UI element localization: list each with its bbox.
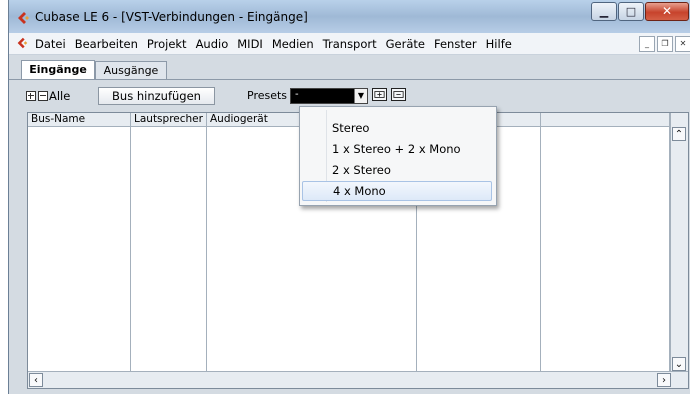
column-header-5[interactable] [541, 113, 669, 126]
mdi-minimize-button[interactable]: _ [639, 36, 655, 52]
menu-geraete[interactable]: Geräte [386, 37, 425, 51]
preset-option-4-mono[interactable]: 4 x Mono [302, 181, 492, 201]
mdi-close-button[interactable]: ✕ [675, 36, 690, 52]
store-preset-icon[interactable] [372, 88, 387, 101]
presets-label: Presets [247, 89, 288, 102]
column-divider [130, 113, 131, 372]
menu-midi[interactable]: MIDI [237, 37, 263, 51]
expand-all-label[interactable]: Alle [49, 89, 70, 103]
menu-projekt[interactable]: Projekt [147, 37, 187, 51]
window-title: Cubase LE 6 - [VST-Verbindungen - Eingän… [35, 10, 308, 24]
maximize-icon: □ [625, 5, 637, 18]
presets-value: - [295, 89, 299, 100]
cubase-window: Cubase LE 6 - [VST-Verbindungen - Eingän… [8, 0, 690, 394]
remove-preset-icon[interactable] [391, 88, 406, 101]
minimize-icon: ▁ [599, 5, 609, 18]
cubase-menu-icon[interactable] [15, 36, 29, 50]
cubase-logo-icon [18, 12, 29, 24]
tab-eingaenge[interactable]: Eingänge [21, 60, 95, 80]
collapse-all-icon[interactable] [38, 91, 48, 101]
preset-option-1-stereo-2-mono[interactable]: 1 x Stereo + 2 x Mono [302, 139, 492, 159]
add-bus-button[interactable]: Bus hinzufügen [98, 87, 215, 105]
menu-medien[interactable]: Medien [272, 37, 314, 51]
maximize-button[interactable]: □ [618, 2, 644, 21]
menu-audio[interactable]: Audio [196, 37, 229, 51]
tab-ausgaenge[interactable]: Ausgänge [95, 61, 167, 79]
close-icon: ✕ [661, 4, 673, 18]
tab-row: Eingänge Ausgänge [9, 57, 690, 80]
chevron-down-icon[interactable]: ▼ [354, 89, 367, 103]
menu-bar: Datei Bearbeiten Projekt Audio MIDI Medi… [9, 33, 690, 55]
scroll-up-icon[interactable]: ⌃ [672, 127, 686, 141]
menu-datei[interactable]: Datei [35, 37, 66, 51]
menu-transport[interactable]: Transport [323, 37, 377, 51]
column-divider [540, 113, 541, 372]
vertical-scrollbar[interactable]: ⌃ ⌄ [670, 113, 688, 372]
scroll-down-icon[interactable]: ⌄ [672, 357, 686, 371]
menu-bearbeiten[interactable]: Bearbeiten [75, 37, 138, 51]
presets-dropdown-menu: Stereo 1 x Stereo + 2 x Mono 2 x Stereo … [299, 106, 497, 206]
minimize-button[interactable]: ▁ [591, 2, 617, 21]
title-bar[interactable]: Cubase LE 6 - [VST-Verbindungen - Eingän… [9, 0, 690, 33]
presets-select[interactable]: - ▼ [290, 88, 368, 104]
column-divider [206, 113, 207, 372]
horizontal-scrollbar[interactable]: ‹ › [28, 371, 688, 388]
scroll-left-icon[interactable]: ‹ [29, 373, 43, 387]
column-header-bus-name[interactable]: Bus-Name [28, 113, 131, 126]
close-button[interactable]: ✕ [645, 2, 689, 21]
expand-all-icon[interactable] [26, 91, 36, 101]
preset-option-2-stereo[interactable]: 2 x Stereo [302, 160, 492, 180]
preset-option-stereo[interactable]: Stereo [302, 118, 492, 138]
menu-hilfe[interactable]: Hilfe [486, 37, 512, 51]
column-header-lautsprecher[interactable]: Lautsprecher [131, 113, 207, 126]
menu-fenster[interactable]: Fenster [434, 37, 477, 51]
mdi-restore-button[interactable]: ❐ [657, 36, 673, 52]
scroll-right-icon[interactable]: › [657, 373, 671, 387]
